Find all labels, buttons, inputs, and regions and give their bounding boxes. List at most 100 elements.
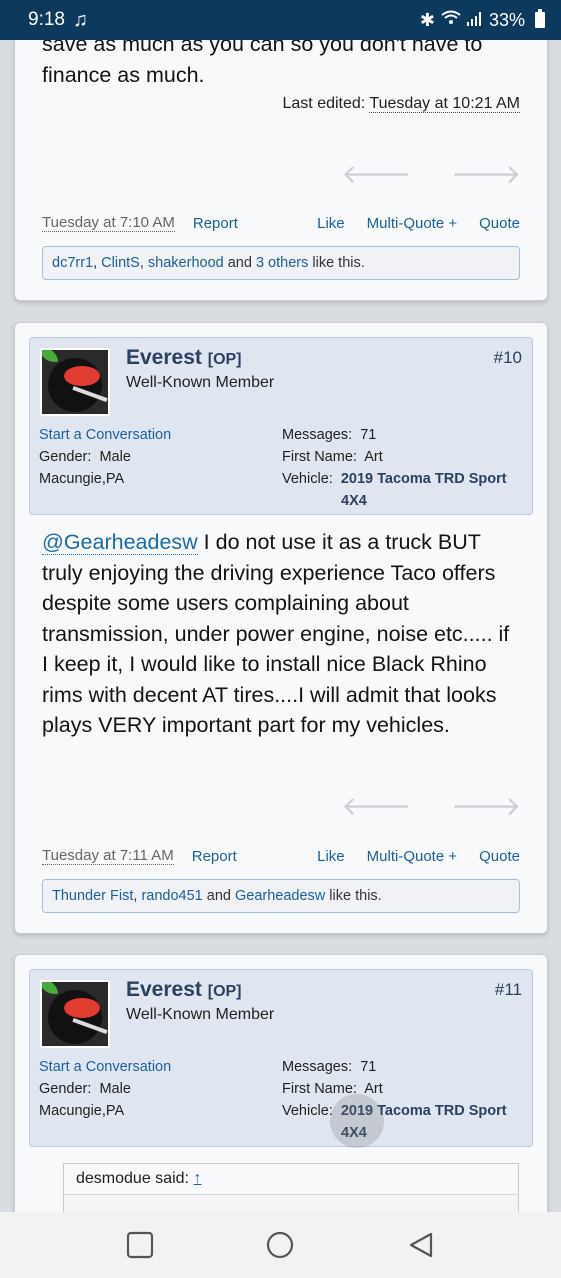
vehicle-row-2: 4X4 — [282, 1122, 507, 1144]
post-body: @Gearheadesw I do not use it as a truck … — [42, 527, 542, 741]
username-text[interactable]: Everest — [126, 346, 202, 369]
back-button[interactable] — [406, 1230, 436, 1260]
avatar[interactable] — [40, 348, 110, 416]
quote-jump-icon[interactable]: ↑ — [193, 1170, 201, 1187]
post-text: I do not use it as a truck BUT — [197, 530, 481, 554]
post-text-line: despite some users complaining about — [42, 591, 409, 615]
vehicle-label: Vehicle: — [282, 1103, 333, 1119]
system-nav-bar — [0, 1212, 561, 1278]
post-actions: Tuesday at 7:10 AM Report Like Multi-Quo… — [42, 214, 520, 232]
leaf-icon — [42, 982, 58, 994]
liker-link[interactable]: Gearheadesw — [235, 888, 325, 904]
arrow-right-icon[interactable]: 🡒 — [451, 159, 521, 190]
gender-label: Gender: — [39, 1081, 92, 1097]
liker-link[interactable]: dc7rr1 — [52, 255, 93, 271]
report-link[interactable]: Report — [192, 848, 237, 865]
post-text-line: finance as much. — [42, 62, 205, 87]
firstname-value: Art — [364, 1081, 383, 1097]
report-link[interactable]: Report — [193, 215, 238, 232]
like-link[interactable]: Like — [317, 215, 345, 232]
firstname-value: Art — [364, 449, 383, 465]
vehicle-value-2: 4X4 — [341, 493, 367, 509]
post-card: Everest [OP] Well-Known Member #11 Start… — [14, 954, 548, 1212]
post-number[interactable]: #10 — [494, 348, 522, 368]
status-time: 9:18 — [28, 9, 65, 30]
wifi-icon — [441, 10, 461, 31]
post-text-line: transmission, under power engine, noise … — [42, 621, 510, 646]
messages-label: Messages: — [282, 1059, 353, 1075]
firstname-row: First Name: Art — [282, 1078, 507, 1100]
messages-label: Messages: — [282, 427, 353, 443]
post-text-line: truly enjoying the driving experience Ta… — [42, 560, 496, 585]
touch-indicator — [330, 1094, 384, 1148]
like-link[interactable]: Like — [317, 848, 345, 865]
location: Macungie,PA — [39, 471, 125, 487]
likes-summary: Thunder Fist, rando451 and Gearheadesw l… — [42, 879, 520, 913]
vehicle-row: Vehicle: 2019 Tacoma TRD Sport — [282, 1100, 507, 1122]
username[interactable]: Everest [OP] — [126, 346, 242, 370]
post-text-line: plays VERY important part for my vehicle… — [42, 713, 450, 737]
post-body: save as much as you can so you don't hav… — [42, 40, 482, 90]
user-meta-left: Start a Conversation Gender: Male Macung… — [39, 1056, 171, 1122]
user-meta-right: Messages: 71 First Name: Art Vehicle: 20… — [282, 424, 507, 512]
bluetooth-icon: ✱ — [419, 9, 435, 30]
post-number[interactable]: #11 — [495, 980, 522, 1000]
quote-link[interactable]: Quote — [479, 848, 520, 865]
vehicle-row: Vehicle: 2019 Tacoma TRD Sport — [282, 468, 507, 490]
mention-link[interactable]: @Gearheadesw — [42, 530, 198, 555]
username[interactable]: Everest [OP] — [126, 978, 242, 1002]
likes-separator: , — [93, 255, 102, 271]
location: Macungie,PA — [39, 1103, 125, 1119]
op-badge: [OP] — [207, 351, 242, 368]
home-button[interactable] — [265, 1230, 295, 1260]
start-conversation-link[interactable]: Start a Conversation — [39, 1056, 171, 1078]
vehicle-row-2: 4X4 — [282, 490, 507, 512]
arrow-left-icon[interactable]: 🡐 — [342, 791, 412, 822]
user-title: Well-Known Member — [126, 1006, 275, 1023]
multi-quote-link[interactable]: Multi-Quote + — [367, 215, 457, 232]
arrow-left-icon[interactable]: 🡐 — [342, 159, 412, 190]
liker-link[interactable]: rando451 — [141, 888, 202, 904]
user-meta-left: Start a Conversation Gender: Male Macung… — [39, 424, 171, 490]
start-conversation-link[interactable]: Start a Conversation — [39, 424, 171, 446]
post-card: Everest [OP] Well-Known Member #10 Start… — [14, 322, 548, 934]
recents-button[interactable] — [125, 1230, 155, 1260]
last-edited-date: Tuesday at 10:21 AM — [369, 95, 520, 113]
messages-row: Messages: 71 — [282, 424, 507, 446]
post-text-line: @Gearheadesw I do not use it as a truck … — [42, 527, 542, 558]
leaf-icon — [42, 350, 58, 362]
post-text-line: I keep it, I would like to install nice … — [42, 652, 487, 676]
multi-quote-link[interactable]: Multi-Quote + — [367, 848, 457, 865]
liker-link[interactable]: shakerhood — [148, 255, 224, 271]
thread-content[interactable]: save as much as you can so you don't hav… — [0, 40, 561, 1212]
battery-icon — [535, 9, 545, 28]
post-card: save as much as you can so you don't hav… — [14, 40, 548, 301]
user-info-block: Everest [OP] Well-Known Member #11 Start… — [29, 969, 533, 1148]
post-date[interactable]: Tuesday at 7:10 AM — [42, 214, 175, 232]
quote-link[interactable]: Quote — [479, 215, 520, 232]
vehicle-value: 2019 Tacoma TRD Sport — [340, 471, 507, 487]
likes-summary: dc7rr1, ClintS, shakerhood and 3 others … — [42, 246, 520, 280]
gender-value: Male — [99, 449, 131, 465]
liker-link[interactable]: Thunder Fist — [52, 888, 133, 904]
quote-author: desmodue said: — [76, 1170, 189, 1187]
avatar[interactable] — [40, 980, 110, 1048]
status-bar: 9:18 ♫ ✱ 33% — [0, 0, 561, 40]
arrow-right-icon[interactable]: 🡒 — [451, 791, 521, 822]
liker-link[interactable]: ClintS — [101, 255, 140, 271]
likes-others-link[interactable]: 3 others — [256, 255, 308, 271]
post-text-line: rims with decent AT tires....I will admi… — [42, 682, 497, 707]
likes-suffix: like this. — [325, 888, 382, 904]
likes-and: and — [202, 888, 235, 904]
firstname-label: First Name: — [282, 449, 357, 465]
messages-row: Messages: 71 — [282, 1056, 507, 1078]
vehicle-label: Vehicle: — [282, 471, 333, 487]
quote-box: desmodue said: ↑ — [63, 1163, 519, 1212]
post-date[interactable]: Tuesday at 7:11 AM — [42, 847, 174, 865]
user-title: Well-Known Member — [126, 374, 275, 391]
music-note-icon: ♫ — [72, 8, 88, 31]
messages-value: 71 — [360, 427, 377, 443]
status-right: ✱ 33% — [419, 9, 545, 31]
firstname-row: First Name: Art — [282, 446, 507, 468]
username-text[interactable]: Everest — [126, 978, 202, 1001]
